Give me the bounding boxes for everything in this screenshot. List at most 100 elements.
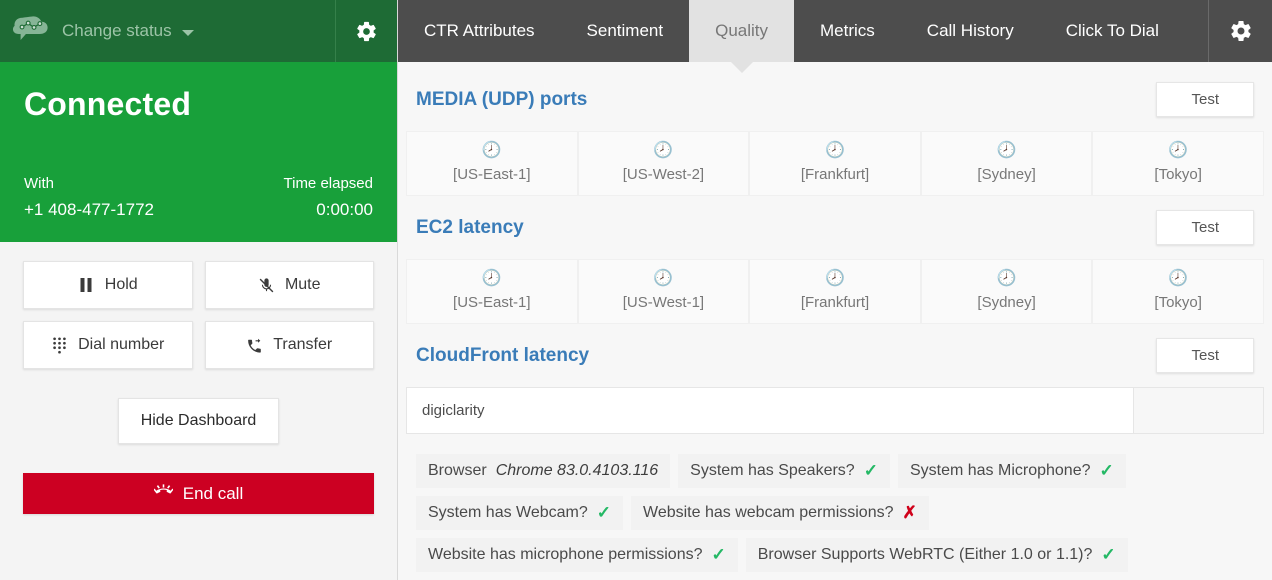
section-cloudfront-latency: CloudFront latency Test — [406, 338, 1264, 434]
test-cloudfront-button[interactable]: Test — [1156, 338, 1254, 373]
check-pass-icon: ✓ — [863, 461, 878, 480]
end-call-icon — [153, 483, 174, 504]
region-cell[interactable]: 🕗 [US-West-1] — [577, 259, 750, 324]
cloudfront-row — [406, 387, 1264, 434]
check-pass-icon: ✓ — [1099, 461, 1114, 480]
browser-version-value: Chrome 83.0.4103.116 — [495, 462, 659, 479]
check-label: Browser Supports WebRTC (Either 1.0 or 1… — [757, 546, 1093, 563]
time-elapsed-value: 0:00:00 — [316, 200, 373, 219]
region-cell[interactable]: 🕗 [Frankfurt] — [749, 259, 921, 324]
region-label: [Tokyo] — [1154, 166, 1202, 183]
cloudfront-distribution-input[interactable] — [406, 387, 1134, 434]
hold-button[interactable]: Hold — [23, 261, 193, 309]
check-label: System has Speakers? — [690, 462, 855, 479]
mute-button[interactable]: Mute — [204, 261, 374, 309]
end-call-button[interactable]: End call — [23, 473, 374, 514]
ccp-topbar: Change status — [0, 0, 397, 62]
transfer-button[interactable]: Transfer — [204, 321, 374, 369]
dashboard-tabbar: CTR Attributes Sentiment Quality Metrics… — [398, 0, 1272, 62]
region-cell[interactable]: 🕗 [US-East-1] — [406, 131, 578, 196]
check-label: Website has webcam permissions? — [643, 504, 894, 521]
test-ec2-latency-button[interactable]: Test — [1156, 210, 1254, 245]
region-label: [US-West-1] — [622, 294, 705, 311]
section-header: EC2 latency Test — [406, 210, 1264, 245]
clock-icon: 🕗 — [1168, 142, 1189, 159]
end-call-label: End call — [182, 483, 244, 503]
region-cell[interactable]: 🕗 [US-East-1] — [406, 259, 578, 324]
tab-call-history[interactable]: Call History — [901, 0, 1040, 62]
region-cell[interactable]: 🕗 [Sydney] — [920, 259, 1093, 324]
region-cell[interactable]: 🕗 [Sydney] — [920, 131, 1093, 196]
call-meta-values: +1 408-477-1772 0:00:00 — [24, 200, 373, 220]
clock-icon: 🕗 — [996, 142, 1017, 159]
region-label: [Sydney] — [977, 294, 1036, 311]
clock-icon: 🕗 — [996, 270, 1017, 287]
dashboard-settings-button[interactable] — [1208, 0, 1272, 62]
call-transfer-icon — [246, 337, 263, 354]
tab-metrics[interactable]: Metrics — [794, 0, 901, 62]
check-pass-icon: ✓ — [711, 545, 726, 564]
transfer-label: Transfer — [273, 336, 333, 353]
check-website-microphone-permissions: Website has microphone permissions? ✓ — [416, 538, 738, 572]
clock-icon: 🕗 — [825, 142, 845, 159]
dial-number-button[interactable]: Dial number — [23, 321, 193, 369]
browser-checks: Browser Chrome 83.0.4103.116 System has … — [406, 454, 1264, 572]
region-label: [Sydney] — [977, 166, 1036, 183]
microphone-muted-icon — [258, 277, 275, 294]
end-call-container: End call — [0, 444, 397, 514]
phone-number: +1 408-477-1772 — [24, 200, 154, 219]
check-pass-icon: ✓ — [596, 503, 612, 522]
tab-ctr-attributes[interactable]: CTR Attributes — [398, 0, 561, 62]
section-title: EC2 latency — [416, 216, 524, 238]
region-cell[interactable]: 🕗 [US-West-2] — [577, 131, 750, 196]
ec2-region-row: 🕗 [US-East-1] 🕗 [US-West-1] 🕗 [Frankfurt… — [406, 259, 1264, 324]
cloudfront-result-cell — [1134, 387, 1264, 434]
clock-icon: 🕗 — [825, 270, 845, 287]
time-elapsed-label: Time elapsed — [283, 175, 374, 192]
clock-icon: 🕗 — [653, 270, 674, 287]
app-logo — [0, 14, 62, 48]
section-ec2-latency: EC2 latency Test 🕗 [US-East-1] 🕗 [US-Wes… — [406, 210, 1264, 324]
check-pass-icon: ✓ — [1101, 545, 1116, 564]
contact-control-panel: Change status Connected With Time elapse… — [0, 0, 398, 580]
check-label: Website has microphone permissions? — [428, 546, 703, 563]
region-cell[interactable]: 🕗 [Tokyo] — [1092, 131, 1264, 196]
call-status-panel: Connected With Time elapsed +1 408-477-1… — [0, 62, 397, 242]
hold-label: Hold — [104, 276, 138, 293]
pause-icon — [78, 277, 95, 294]
clock-icon: 🕗 — [481, 142, 502, 159]
hide-dashboard-button[interactable]: Hide Dashboard — [117, 398, 280, 444]
check-system-speakers: System has Speakers? ✓ — [678, 454, 890, 488]
connection-status-title: Connected — [24, 86, 192, 122]
media-region-row: 🕗 [US-East-1] 🕗 [US-West-2] 🕗 [Frankfurt… — [406, 131, 1264, 196]
check-label: Browser — [428, 462, 487, 479]
section-title: MEDIA (UDP) ports — [416, 88, 588, 110]
change-status-button[interactable]: Change status — [62, 21, 335, 41]
test-media-udp-button[interactable]: Test — [1156, 82, 1254, 117]
check-system-microphone: System has Microphone? ✓ — [897, 454, 1126, 488]
tab-sentiment[interactable]: Sentiment — [561, 0, 690, 62]
tab-click-to-dial[interactable]: Click To Dial — [1040, 0, 1185, 62]
mute-label: Mute — [284, 276, 321, 293]
tab-quality[interactable]: Quality — [689, 0, 795, 62]
quality-dashboard: CTR Attributes Sentiment Quality Metrics… — [398, 0, 1272, 580]
check-browser: Browser Chrome 83.0.4103.116 — [416, 454, 671, 488]
app-root: Change status Connected With Time elapse… — [0, 0, 1272, 580]
check-label: System has Microphone? — [909, 462, 1091, 479]
call-controls: Hold Mute Dial number Transfer — [0, 242, 397, 369]
clock-icon: 🕗 — [481, 270, 502, 287]
section-title: CloudFront latency — [416, 344, 590, 366]
dashboard-body: MEDIA (UDP) ports Test 🕗 [US-East-1] 🕗 [… — [398, 62, 1272, 580]
chevron-down-icon — [181, 29, 194, 36]
change-status-label: Change status — [62, 21, 172, 40]
region-cell[interactable]: 🕗 [Tokyo] — [1092, 259, 1264, 324]
call-meta-labels: With Time elapsed — [24, 175, 373, 192]
gear-icon — [357, 21, 376, 41]
dial-number-label: Dial number — [78, 336, 165, 353]
section-header: MEDIA (UDP) ports Test — [406, 82, 1264, 117]
region-cell[interactable]: 🕗 [Frankfurt] — [749, 131, 921, 196]
ccp-settings-button[interactable] — [335, 0, 397, 62]
region-label: [Tokyo] — [1154, 294, 1202, 311]
section-media-udp-ports: MEDIA (UDP) ports Test 🕗 [US-East-1] 🕗 [… — [406, 82, 1264, 196]
dialpad-icon — [51, 336, 68, 354]
